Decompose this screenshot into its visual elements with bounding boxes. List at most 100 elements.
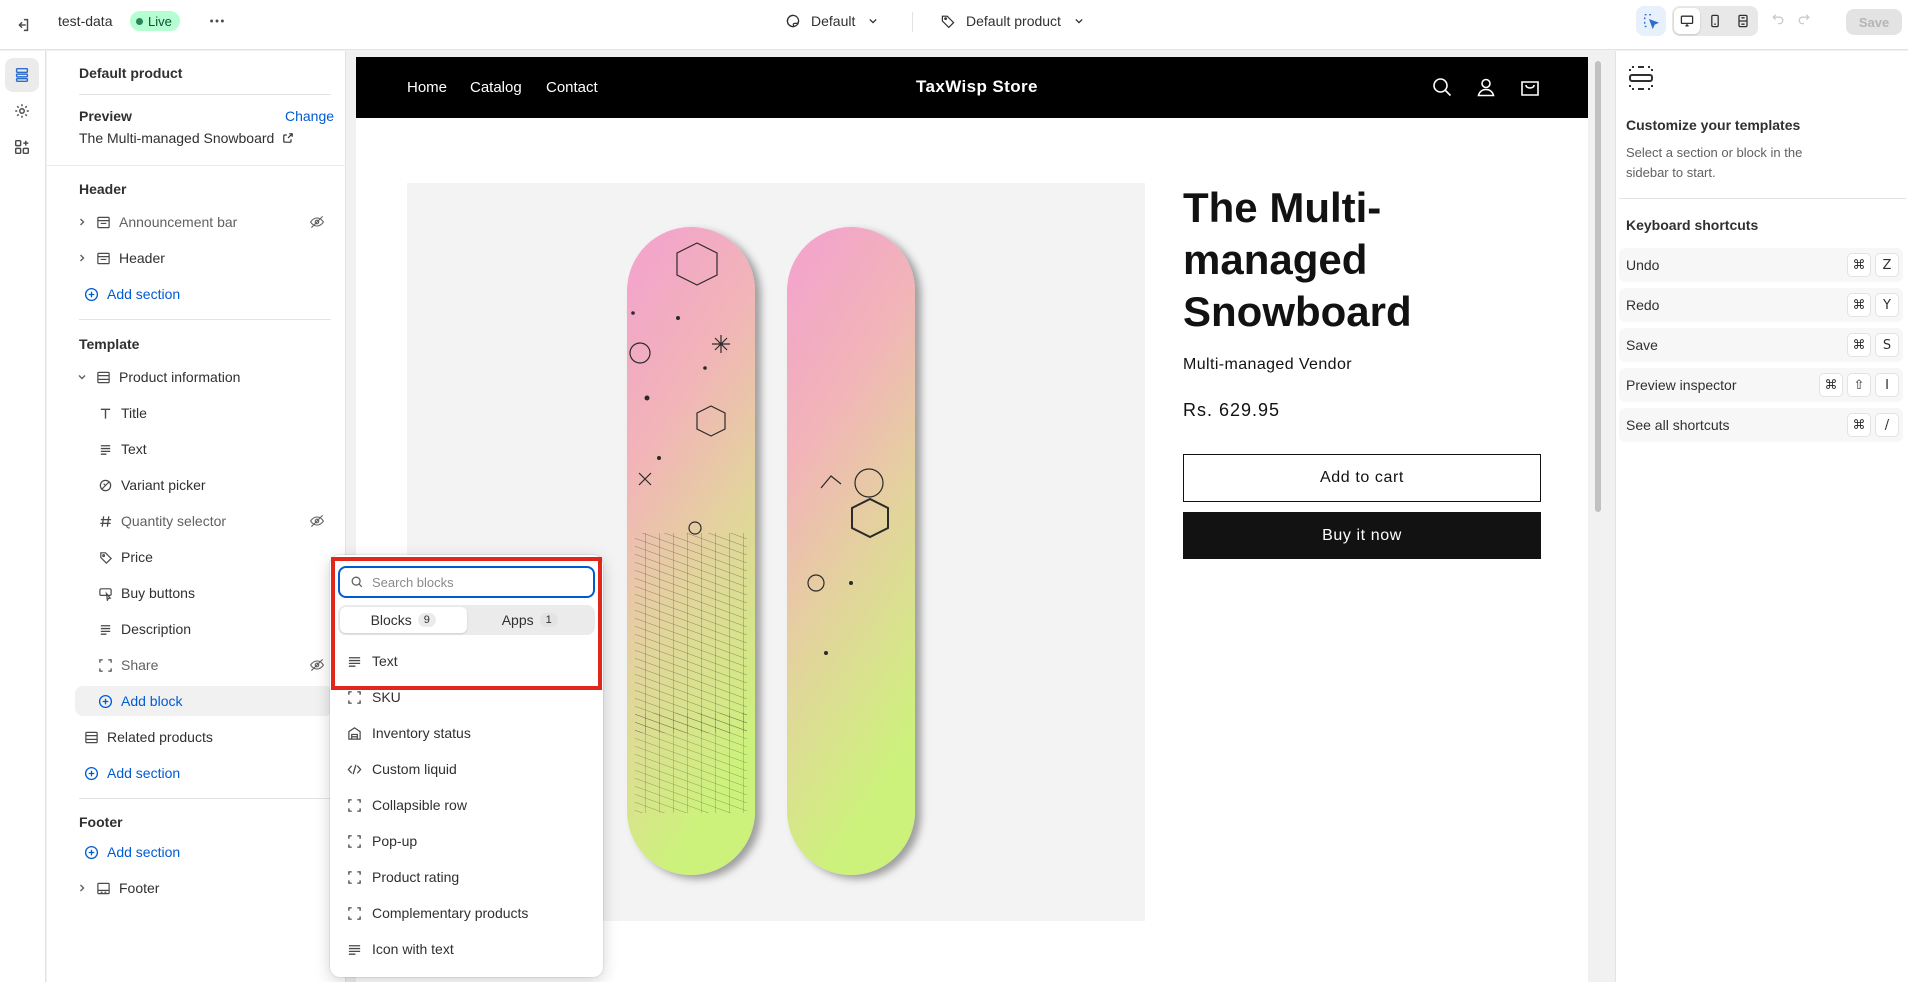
product-title: The Multi-managed Snowboard — [1183, 184, 1412, 335]
shortcut-label: Save — [1626, 337, 1658, 353]
tree-item-label: Header — [119, 250, 165, 266]
product-price: Rs. 629.95 — [1183, 400, 1281, 420]
block-text[interactable]: Text — [75, 434, 333, 464]
section-icon — [95, 250, 111, 266]
block-price[interactable]: Price — [75, 542, 333, 572]
add-block-button[interactable]: Add block — [75, 686, 333, 716]
desktop-icon[interactable] — [1674, 8, 1700, 34]
save-button[interactable]: Save — [1846, 9, 1902, 35]
add-section-label: Add section — [107, 765, 181, 781]
device-switcher — [1672, 6, 1758, 36]
tree-item-announcement-bar[interactable]: Announcement bar — [75, 207, 333, 237]
account-icon[interactable] — [1475, 76, 1497, 98]
block-option-pop-up[interactable]: Pop-up — [330, 823, 603, 859]
add-section-header[interactable]: Add section — [75, 279, 333, 309]
tree-item-label: Related products — [107, 729, 213, 745]
hash-icon — [97, 513, 113, 529]
divider — [912, 12, 913, 32]
tab-blocks[interactable]: Blocks 9 — [340, 607, 467, 633]
shortcut-see-all[interactable]: See all shortcuts ⌘ / — [1619, 408, 1903, 442]
eye-hidden-icon[interactable] — [309, 513, 325, 529]
exit-icon[interactable] — [7, 5, 39, 45]
chevron-down-icon[interactable] — [75, 370, 89, 384]
redo-icon[interactable] — [1796, 10, 1812, 26]
shortcut-redo: Redo ⌘ Y — [1619, 288, 1903, 322]
chevron-right-icon[interactable] — [75, 215, 89, 229]
undo-icon[interactable] — [1770, 10, 1786, 26]
block-option-product-rating[interactable]: Product rating — [330, 859, 603, 895]
add-to-cart-button[interactable]: Add to cart — [1183, 454, 1541, 502]
add-section-template[interactable]: Add section — [75, 758, 333, 788]
fullscreen-icon[interactable] — [1730, 8, 1756, 34]
search-icon[interactable] — [1431, 76, 1453, 98]
preview-product-link[interactable]: The Multi-managed Snowboard — [79, 130, 294, 146]
tab-apps[interactable]: Apps 1 — [467, 607, 594, 633]
eye-hidden-icon[interactable] — [309, 657, 325, 673]
buy-it-now-button[interactable]: Buy it now — [1183, 512, 1541, 559]
block-description[interactable]: Description — [75, 614, 333, 644]
block-option-complementary-products[interactable]: Complementary products — [330, 895, 603, 931]
dashed-frame-icon — [348, 870, 361, 884]
live-badge: Live — [130, 11, 180, 31]
block-search[interactable] — [338, 566, 595, 598]
shortcut-key: ⌘ — [1819, 373, 1843, 397]
preview-scrollbar[interactable] — [1592, 57, 1602, 982]
block-option-icon-with-text[interactable]: Icon with text — [330, 931, 603, 967]
nav-link-home[interactable]: Home — [407, 79, 447, 96]
tree-item-footer[interactable]: Footer — [75, 873, 333, 903]
store-name: test-data — [58, 13, 113, 29]
shortcut-key: ⌘ — [1847, 253, 1871, 277]
block-option-custom-liquid[interactable]: Custom liquid — [330, 751, 603, 787]
settings-gear-icon[interactable] — [5, 94, 39, 128]
add-section-footer[interactable]: Add section — [75, 837, 333, 867]
block-option-collapsible-row[interactable]: Collapsible row — [330, 787, 603, 823]
sections-icon[interactable] — [5, 58, 39, 92]
tree-item-related-products[interactable]: Related products — [75, 722, 333, 752]
block-title[interactable]: Title — [75, 398, 333, 428]
preview-product-name: The Multi-managed Snowboard — [79, 130, 275, 146]
nav-link-contact[interactable]: Contact — [546, 79, 598, 96]
plus-circle-icon — [83, 286, 99, 302]
cart-icon[interactable] — [1519, 76, 1541, 98]
live-dot-icon — [136, 17, 143, 25]
block-buy-buttons[interactable]: Buy buttons — [75, 578, 333, 608]
inspector-icon[interactable] — [1636, 6, 1666, 36]
search-blocks-input[interactable] — [372, 574, 572, 590]
header-group-label: Header — [79, 181, 127, 197]
chevron-right-icon[interactable] — [75, 251, 89, 265]
shortcut-key: S — [1875, 333, 1899, 357]
tab-count-badge: 9 — [417, 613, 436, 627]
store-logo-text[interactable]: TaxWisp Store — [916, 77, 1038, 97]
scroll-thumb[interactable] — [1595, 61, 1601, 512]
theme-selector[interactable]: Default — [785, 9, 881, 33]
block-variant-picker[interactable]: Variant picker — [75, 470, 333, 500]
change-preview-link[interactable]: Change — [285, 108, 334, 124]
eye-hidden-icon[interactable] — [309, 214, 325, 230]
dashed-frame-icon — [348, 798, 361, 812]
tree-item-header[interactable]: Header — [75, 243, 333, 273]
template-sections-icon — [1626, 63, 1656, 93]
block-option-text[interactable]: Text — [330, 643, 603, 679]
shortcut-key: ⌘ — [1847, 333, 1871, 357]
block-option-sku[interactable]: SKU — [330, 679, 603, 715]
block-share[interactable]: Share — [75, 650, 333, 680]
add-block-label: Add block — [121, 693, 183, 709]
tree-item-product-information[interactable]: Product information — [75, 362, 333, 392]
add-section-label: Add section — [107, 844, 181, 860]
apps-icon[interactable] — [5, 130, 39, 164]
block-quantity-selector[interactable]: Quantity selector — [75, 506, 333, 536]
mobile-icon[interactable] — [1702, 8, 1728, 34]
more-actions-icon[interactable] — [201, 5, 233, 37]
nav-link-catalog[interactable]: Catalog — [470, 79, 522, 96]
block-option-label: Pop-up — [372, 833, 418, 849]
dashed-frame-icon — [348, 834, 361, 848]
shortcut-key: ⌘ — [1847, 413, 1871, 437]
inventory-icon — [348, 726, 361, 740]
block-option-inventory-status[interactable]: Inventory status — [330, 715, 603, 751]
chevron-right-icon[interactable] — [75, 881, 89, 895]
block-label: Description — [121, 621, 192, 637]
shortcut-label: Redo — [1626, 297, 1660, 313]
external-link-icon — [283, 133, 294, 143]
template-selector[interactable]: Default product — [940, 9, 1087, 33]
sidebar-title: Default product — [79, 65, 183, 81]
